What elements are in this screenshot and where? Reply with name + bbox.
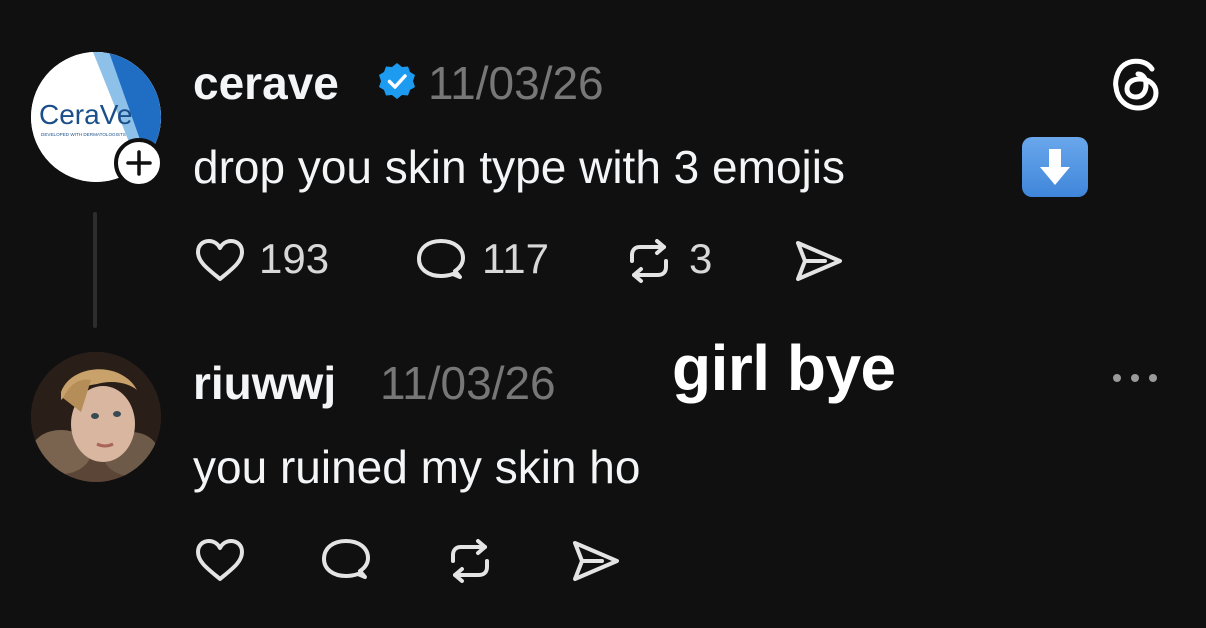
repost-button[interactable] [624,239,674,283]
threads-icon[interactable] [1112,57,1162,116]
comment-icon [417,239,465,279]
repost-icon [630,239,668,283]
more-button[interactable] [1110,370,1160,391]
riuwwj-avatar[interactable] [31,352,161,482]
reply-timestamp: 11/03/26 [380,357,556,409]
reply-like-button[interactable] [194,538,246,582]
profile-photo [31,352,161,482]
reply-count: 117 [482,235,549,282]
thread-connector-line [93,212,97,328]
repost-count: 3 [689,235,713,282]
post-username[interactable]: cerave [193,60,339,106]
send-icon [573,541,619,581]
down-arrow-emoji-icon [1022,137,1088,197]
reply-button[interactable] [415,238,467,284]
more-icon [1113,374,1157,382]
repost-icon [451,539,489,583]
reply-repost-button[interactable] [445,539,495,583]
reply-text: you ruined my skin ho [193,441,641,493]
like-count: 193 [259,235,330,282]
reply-comment-button[interactable] [320,538,372,584]
post-timestamp: 11/03/26 [428,57,604,109]
heart-icon [196,239,244,281]
cerave-logo-text: CeraVe [39,99,132,130]
follow-button[interactable] [114,138,164,188]
send-icon [796,241,842,281]
reply-username[interactable]: riuwwj [193,360,336,406]
post-text: drop you skin type with 3 emojis [193,141,845,193]
verified-badge-icon [377,61,417,106]
plus-icon [126,150,152,176]
like-button[interactable] [194,238,246,282]
share-button[interactable] [793,239,845,283]
cerave-logo-subtext: DEVELOPED WITH DERMATOLOGISTS [41,132,126,137]
reply-share-button[interactable] [570,539,622,583]
heart-icon [196,539,244,581]
overlay-caption: girl bye [672,332,896,404]
comment-icon [322,539,370,579]
